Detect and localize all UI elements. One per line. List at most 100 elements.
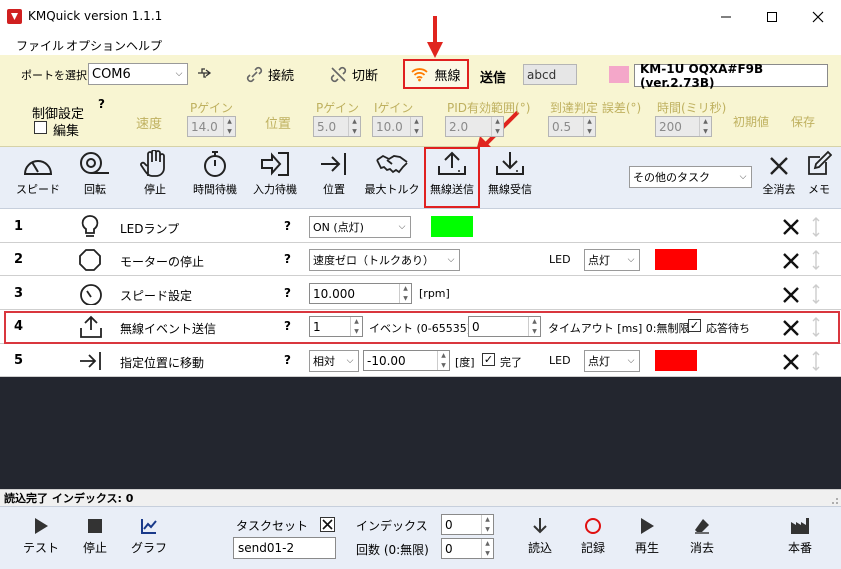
chart-icon — [141, 519, 157, 534]
p-gain2-label: Pゲイン — [316, 101, 359, 115]
edit-icon — [808, 150, 832, 175]
speed-spinner[interactable]: 10.000 ▲ ▼ — [309, 283, 412, 304]
erase-button[interactable]: 消去 — [674, 517, 730, 556]
arrow-to-line-icon — [78, 350, 104, 372]
graph-button[interactable]: グラフ — [121, 517, 177, 556]
edit-checkbox[interactable] — [34, 121, 47, 134]
led-color-swatch[interactable] — [431, 216, 473, 237]
count-spinner[interactable]: 0 ▲ ▼ — [441, 538, 494, 559]
close-window-button[interactable] — [795, 0, 841, 33]
p-gain2-spinner[interactable]: 5.0 ▲ ▼ — [313, 116, 361, 137]
rotate-icon — [80, 152, 109, 174]
help-icon[interactable]: ? — [284, 353, 291, 367]
taskset-input[interactable]: send01-2 — [233, 537, 336, 559]
menu-options[interactable]: オプション — [66, 37, 126, 54]
bottom-stop-button[interactable]: 停止 — [67, 517, 123, 556]
other-tasks-select[interactable]: その他のタスク ⌵ — [629, 166, 752, 188]
row-highlight — [4, 311, 840, 344]
tool-input-wait[interactable]: 入力待機 — [246, 150, 304, 206]
memo-button[interactable]: メモ — [800, 150, 838, 206]
drag-handle-icon[interactable] — [811, 350, 821, 372]
i-gain-spinner[interactable]: 10.0 ▲ ▼ — [372, 116, 423, 137]
position-label: 位置 — [265, 117, 292, 132]
p-gain1-label: Pゲイン — [190, 101, 233, 115]
move-mode-select[interactable]: 相対 ⌵ — [309, 350, 359, 372]
send-label: 送信 — [480, 71, 507, 86]
help-icon[interactable]: ? — [284, 286, 291, 300]
led-mode-select[interactable]: ON (点灯) ⌵ — [309, 216, 411, 238]
delete-row-icon[interactable] — [782, 353, 800, 371]
drag-handle-icon[interactable] — [811, 216, 821, 238]
stop-mode-select[interactable]: 速度ゼロ（トルクあり） ⌵ — [309, 249, 460, 271]
port-select[interactable]: COM6 ⌵ — [88, 63, 188, 85]
minimize-button[interactable] — [703, 0, 749, 33]
download-icon — [496, 152, 524, 175]
tool-speed[interactable]: スピード — [9, 150, 67, 206]
delete-row-icon[interactable] — [782, 252, 800, 270]
reach-label: 到達判定 誤差(°) — [550, 101, 642, 115]
led-state-select[interactable]: 点灯 ⌵ — [584, 249, 640, 271]
annotation-arrow-down — [425, 14, 445, 60]
help-icon[interactable]: ? — [284, 252, 291, 266]
drag-handle-icon[interactable] — [811, 283, 821, 305]
led-label: LED — [549, 253, 571, 266]
delete-row-icon[interactable] — [782, 286, 800, 304]
led-color-swatch[interactable] — [655, 350, 697, 371]
status-text: 読込完了 インデックス: 0 — [4, 492, 134, 505]
tool-stop[interactable]: 停止 — [126, 150, 184, 206]
menu-file[interactable]: ファイル — [16, 37, 64, 54]
led-color-swatch[interactable] — [655, 249, 697, 270]
led-state-select[interactable]: 点灯 ⌵ — [584, 350, 640, 372]
task-row-1[interactable]: 1 LEDランプ ? ON (点灯) ⌵ — [0, 211, 841, 243]
task-row-3[interactable]: 3 スピード設定 ? 10.000 ▲ ▼ [rpm] — [0, 278, 841, 310]
task-row-5[interactable]: 5 指定位置に移動 ? 相対 ⌵ -10.00 ▲ ▼ [度] ✓ 完了 LED 点灯… — [0, 345, 841, 377]
load-button[interactable]: 読込 — [512, 517, 568, 556]
arrow-down-icon — [533, 518, 547, 534]
stop-octagon-icon — [78, 248, 102, 272]
delete-row-icon[interactable] — [782, 218, 800, 236]
drag-handle-icon[interactable] — [811, 249, 821, 271]
delete-row-icon[interactable] — [782, 319, 800, 337]
connect-button[interactable]: 接続 — [246, 65, 294, 84]
play-button[interactable]: 再生 — [619, 517, 675, 556]
tool-wireless-receive[interactable]: 無線受信 — [481, 150, 539, 206]
pid-spinner[interactable]: 2.0 ▲ ▼ — [445, 116, 504, 137]
window-title: KMQuick version 1.1.1 — [28, 9, 163, 23]
unlink-icon — [330, 66, 347, 83]
complete-checkbox[interactable]: ✓ — [482, 353, 495, 366]
menu-help[interactable]: ヘルプ — [126, 37, 162, 54]
hand-icon — [140, 150, 165, 177]
tool-time-wait[interactable]: 時間待機 — [186, 150, 244, 206]
complete-label: 完了 — [500, 356, 522, 369]
disconnect-button[interactable]: 切断 — [330, 65, 378, 84]
wireless-button[interactable]: 無線 — [403, 59, 469, 89]
tool-position[interactable]: 位置 — [305, 150, 363, 206]
help-icon[interactable]: ? — [284, 219, 291, 233]
play-icon — [641, 518, 654, 534]
save-settings-button[interactable]: 保存 — [791, 113, 815, 130]
p-gain1-spinner[interactable]: 14.0 ▲ ▼ — [187, 116, 236, 137]
device-color-swatch — [609, 66, 629, 83]
reach-spinner[interactable]: 0.5 ▲ ▼ — [548, 116, 596, 137]
test-button[interactable]: テスト — [13, 517, 69, 556]
upload-icon — [438, 151, 466, 175]
maximize-button[interactable] — [749, 0, 795, 33]
tool-rotate[interactable]: 回転 — [66, 150, 124, 206]
drag-handle-icon[interactable] — [811, 316, 821, 338]
tool-wireless-send[interactable]: 無線送信 — [423, 150, 481, 206]
port-label: ポートを選択 — [21, 69, 87, 82]
clear-all-button[interactable]: 全消去 — [756, 150, 802, 206]
index-spinner[interactable]: 0 ▲ ▼ — [441, 514, 494, 535]
tool-max-torque[interactable]: 最大トルク — [363, 150, 421, 206]
factory-icon — [791, 518, 809, 534]
time-spinner[interactable]: 200 ▲ ▼ — [655, 116, 712, 137]
initial-value-button[interactable]: 初期値 — [733, 113, 769, 130]
taskset-clear-button[interactable] — [320, 517, 335, 532]
help-icon[interactable]: ? — [98, 97, 105, 111]
record-button[interactable]: 記録 — [565, 517, 621, 556]
send-field[interactable]: abcd — [523, 64, 577, 85]
resize-grip-icon[interactable] — [829, 495, 839, 505]
position-spinner[interactable]: -10.00 ▲ ▼ — [363, 350, 450, 371]
production-button[interactable]: 本番 — [772, 517, 828, 556]
task-row-2[interactable]: 2 モーターの停止 ? 速度ゼロ（トルクあり） ⌵ LED 点灯 ⌵ — [0, 244, 841, 276]
